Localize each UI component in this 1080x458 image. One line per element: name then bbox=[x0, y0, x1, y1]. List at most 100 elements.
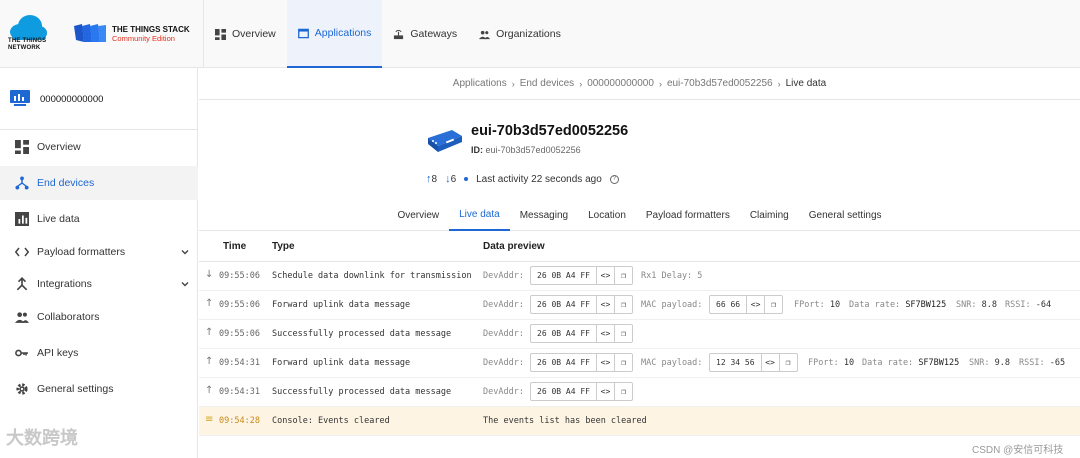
copy-icon[interactable]: ❐ bbox=[613, 325, 632, 342]
column-data-preview: Data preview bbox=[483, 241, 545, 252]
stack-logo-icon[interactable] bbox=[72, 22, 108, 44]
event-row[interactable]: ↑ 09:55:06 Successfully processed data m… bbox=[199, 320, 1080, 349]
fport-label: FPort: bbox=[808, 358, 839, 368]
arrow-up-icon: ↑ bbox=[205, 298, 214, 309]
arrow-up-icon: ↑ bbox=[205, 327, 214, 338]
chart-icon bbox=[15, 212, 29, 226]
devaddr-chip: 26 0B A4 FF <> ❐ bbox=[530, 353, 633, 372]
devaddr-value: 26 0B A4 FF bbox=[537, 300, 590, 309]
network-icon bbox=[15, 176, 29, 190]
code-toggle-icon[interactable]: <> bbox=[595, 267, 614, 284]
rssi-value: -64 bbox=[1035, 300, 1052, 310]
stack-title: THE THINGS STACK bbox=[112, 25, 190, 34]
tab-claiming[interactable]: Claiming bbox=[740, 200, 799, 231]
event-row[interactable]: ↑ 09:55:06 Forward uplink data message D… bbox=[199, 291, 1080, 320]
info-icon[interactable]: ? bbox=[609, 174, 619, 184]
breadcrumb-separator-icon: › bbox=[511, 78, 515, 89]
snr: SNR: 9.8 bbox=[969, 358, 1010, 368]
event-row[interactable]: ↑ 09:54:31 Successfully processed data m… bbox=[199, 378, 1080, 407]
copy-icon[interactable]: ❐ bbox=[613, 296, 632, 313]
event-row[interactable]: ↑ 09:54:31 Forward uplink data message D… bbox=[199, 349, 1080, 378]
sidebar-item-integrations[interactable]: Integrations bbox=[0, 267, 198, 301]
sidebar-item-overview[interactable]: Overview bbox=[0, 130, 198, 164]
tab-payload-formatters[interactable]: Payload formatters bbox=[636, 200, 740, 231]
breadcrumb-separator-icon: › bbox=[777, 78, 781, 89]
event-row-console[interactable]: ≡ 09:54:28 Console: Events cleared The e… bbox=[199, 407, 1080, 436]
sidebar-item-live-data[interactable]: Live data bbox=[0, 202, 198, 236]
snr-label: SNR: bbox=[956, 300, 977, 310]
devaddr-value: 26 0B A4 FF bbox=[537, 387, 590, 396]
rx1-delay: Rx1 Delay: 5 bbox=[641, 271, 703, 281]
fport-label: FPort: bbox=[794, 300, 825, 310]
sidebar-item-payload-formatters[interactable]: Payload formatters bbox=[0, 235, 198, 269]
sidebar-item-end-devices[interactable]: End devices bbox=[0, 166, 198, 200]
code-toggle-icon[interactable]: <> bbox=[595, 325, 614, 342]
data-rate-label: Data rate: bbox=[862, 358, 914, 368]
nav-applications[interactable]: Applications bbox=[286, 0, 383, 68]
code-toggle-icon[interactable]: <> bbox=[595, 354, 614, 371]
copy-icon[interactable]: ❐ bbox=[613, 383, 632, 400]
fport: FPort: 10 bbox=[808, 358, 854, 368]
sidebar-item-label: Payload formatters bbox=[37, 246, 126, 258]
sidebar-item-collaborators[interactable]: Collaborators bbox=[0, 300, 198, 334]
status-dot-icon bbox=[464, 177, 469, 181]
rssi-value: -65 bbox=[1049, 358, 1066, 368]
uplink-count-value: 8 bbox=[431, 174, 438, 185]
breadcrumb-applications[interactable]: Applications bbox=[453, 78, 507, 89]
breadcrumb-device-id[interactable]: eui-70b3d57ed0052256 bbox=[667, 78, 773, 89]
tab-location[interactable]: Location bbox=[578, 200, 636, 231]
tab-live-data[interactable]: Live data bbox=[449, 200, 510, 231]
event-type: Forward uplink data message bbox=[272, 358, 411, 368]
copy-icon[interactable]: ❐ bbox=[613, 267, 632, 284]
devaddr-chip: 26 0B A4 FF <> ❐ bbox=[530, 324, 633, 343]
breadcrumb-application-id[interactable]: 000000000000 bbox=[587, 78, 654, 89]
code-toggle-icon[interactable]: <> bbox=[760, 354, 779, 371]
breadcrumb-current: Live data bbox=[785, 78, 827, 89]
copy-icon[interactable]: ❐ bbox=[764, 296, 782, 313]
sidebar-item-api-keys[interactable]: API keys bbox=[0, 336, 198, 370]
devaddr-chip: 26 0B A4 FF <> ❐ bbox=[530, 295, 633, 314]
tab-overview[interactable]: Overview bbox=[387, 200, 449, 231]
uplink-count: ↑8 bbox=[426, 173, 437, 185]
event-row[interactable]: ↓ 09:55:06 Schedule data downlink for tr… bbox=[199, 262, 1080, 291]
devaddr-value: 26 0B A4 FF bbox=[537, 271, 590, 280]
event-time: 09:55:06 bbox=[219, 329, 260, 339]
event-time: 09:55:06 bbox=[219, 271, 260, 281]
nav-gateways[interactable]: Gateways bbox=[382, 0, 468, 68]
key-icon bbox=[15, 349, 28, 357]
ttn-line-1: THE THINGS bbox=[8, 38, 47, 44]
last-activity: Last activity 22 seconds ago bbox=[476, 173, 602, 185]
copy-icon[interactable]: ❐ bbox=[613, 354, 632, 371]
breadcrumb-end-devices[interactable]: End devices bbox=[520, 78, 574, 89]
grid-icon bbox=[15, 140, 29, 154]
nav-organizations[interactable]: Organizations bbox=[468, 0, 572, 68]
device-stats: ↑8 ↓6 Last activity 22 seconds ago ? bbox=[426, 173, 619, 185]
tab-general-settings[interactable]: General settings bbox=[799, 200, 892, 231]
code-toggle-icon[interactable]: <> bbox=[595, 383, 614, 400]
code-toggle-icon[interactable]: <> bbox=[595, 296, 614, 313]
breadcrumb-separator-icon: › bbox=[579, 78, 583, 89]
watermark-right: CSDN @安信可科技 bbox=[972, 445, 1064, 456]
tab-messaging[interactable]: Messaging bbox=[510, 200, 578, 231]
app-header[interactable]: 000000000000 bbox=[0, 68, 198, 130]
nav-applications-label: Applications bbox=[314, 27, 372, 39]
sidebar-item-label: Integrations bbox=[37, 278, 92, 290]
sidebar-item-general-settings[interactable]: General settings bbox=[0, 372, 198, 406]
event-type: Successfully processed data message bbox=[272, 387, 452, 397]
devaddr-label: DevAddr: bbox=[483, 387, 524, 397]
snr: SNR: 8.8 bbox=[956, 300, 997, 310]
device-title: eui-70b3d57ed0052256 bbox=[471, 123, 629, 139]
code-toggle-icon[interactable]: <> bbox=[746, 296, 764, 313]
mac-payload-label: MAC payload: bbox=[641, 300, 703, 310]
fport-value: 10 bbox=[843, 358, 855, 368]
devaddr-label: DevAddr: bbox=[483, 358, 524, 368]
device-icon bbox=[428, 130, 462, 152]
event-time: 09:54:28 bbox=[219, 416, 260, 426]
nav-overview-label: Overview bbox=[232, 28, 276, 40]
copy-icon[interactable]: ❐ bbox=[778, 354, 797, 371]
chevron-down-icon[interactable] bbox=[180, 279, 190, 289]
chevron-down-icon[interactable] bbox=[180, 247, 190, 257]
device-id-value: eui-70b3d57ed0052256 bbox=[485, 145, 581, 155]
nav-overview[interactable]: Overview bbox=[204, 0, 287, 68]
mac-payload-label: MAC payload: bbox=[641, 358, 703, 368]
